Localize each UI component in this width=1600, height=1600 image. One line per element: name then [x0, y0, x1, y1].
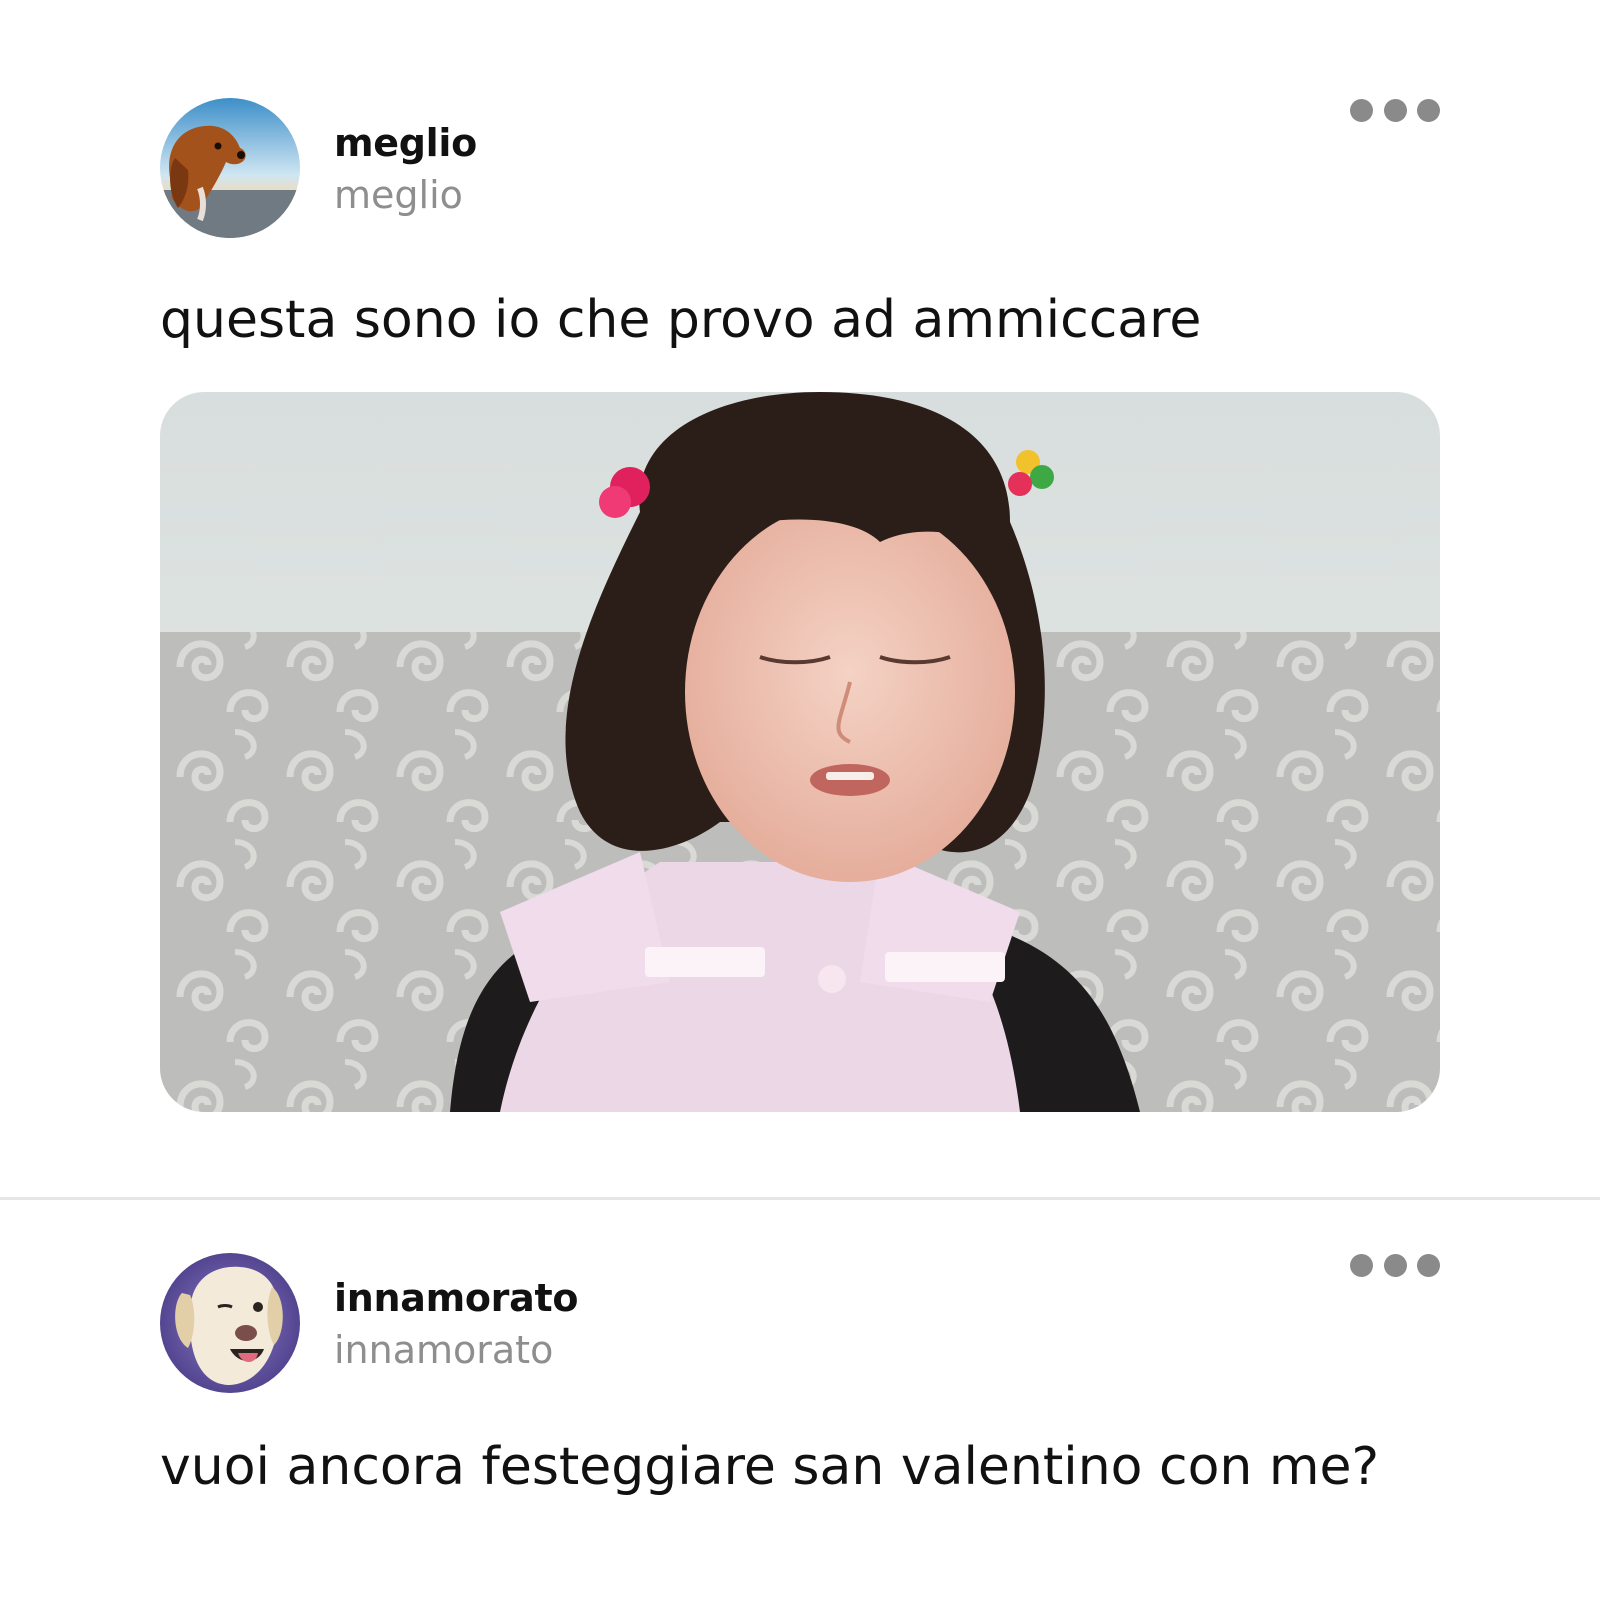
display-name[interactable]: meglio	[334, 118, 477, 168]
username-handle[interactable]: innamorato	[334, 1325, 578, 1375]
post-image[interactable]	[160, 392, 1440, 1112]
more-dot-icon	[1417, 98, 1440, 122]
avatar[interactable]	[160, 98, 300, 238]
post-text: questa sono io che provo ad ammiccare	[160, 290, 1202, 350]
post-card: meglio meglio questa sono io che provo a…	[160, 98, 1440, 1112]
post-header: innamorato innamorato	[160, 1253, 1440, 1393]
more-options-button[interactable]	[1350, 98, 1440, 122]
more-dot-icon	[1350, 1253, 1373, 1277]
more-dot-icon	[1350, 98, 1373, 122]
more-options-button[interactable]	[1350, 1253, 1440, 1277]
username-handle[interactable]: meglio	[334, 170, 477, 220]
post-text: vuoi ancora festeggiare san valentino co…	[160, 1437, 1380, 1497]
photo-girl-winking	[160, 392, 1440, 1112]
post-card: innamorato innamorato vuoi ancora festeg…	[160, 1253, 1440, 1499]
post-divider	[0, 1197, 1600, 1200]
more-dot-icon	[1417, 1253, 1440, 1277]
display-name[interactable]: innamorato	[334, 1273, 578, 1323]
dog-avatar-icon	[160, 98, 300, 238]
post-author: meglio meglio	[334, 118, 477, 220]
post-header: meglio meglio	[160, 98, 1440, 238]
post-author: innamorato innamorato	[334, 1273, 578, 1375]
avatar[interactable]	[160, 1253, 300, 1393]
dog-avatar-icon	[160, 1253, 300, 1393]
more-dot-icon	[1383, 98, 1407, 122]
more-dot-icon	[1383, 1253, 1407, 1277]
feed-page: meglio meglio questa sono io che provo a…	[0, 0, 1600, 1600]
